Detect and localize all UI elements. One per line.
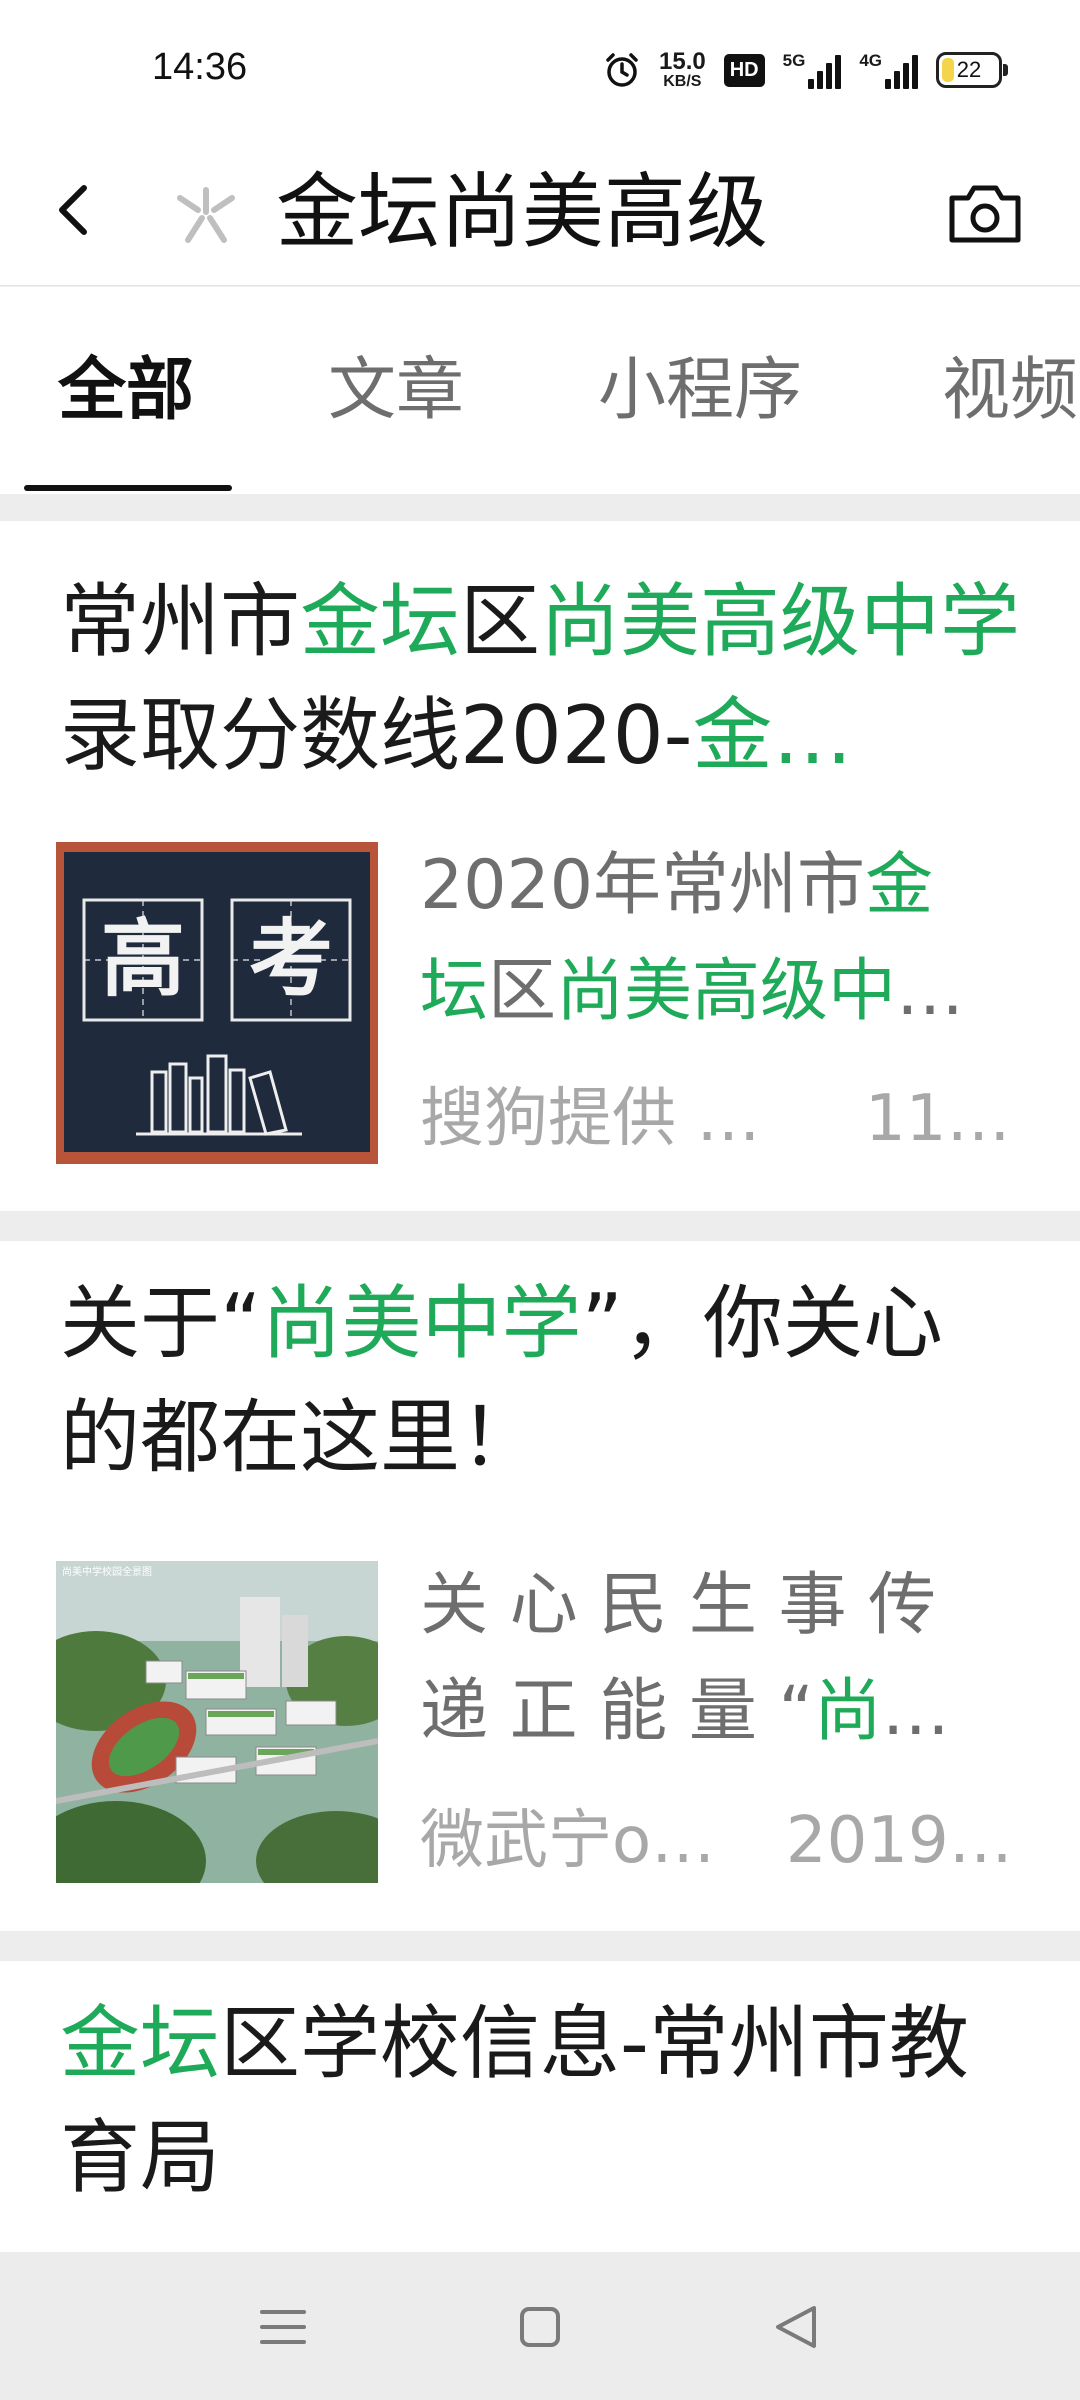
text-run: 2020年常州市 [420,846,866,925]
search-logo-icon [166,168,246,258]
battery-fill [942,58,954,82]
network-speed: 15.0 KB/S [659,48,706,90]
search-query[interactable]: 金坛尚美高级 [276,140,768,286]
result-snippet-line: 关 心 民 生 事 传 [420,1553,1040,1659]
text-run: 区 [460,575,540,668]
result-source: 微武宁o… [420,1804,716,1878]
result-title[interactable]: 金坛区学校信息-常州市教育局 [60,1987,1020,2215]
highlighted-text: 尚美中学 [261,1277,582,1370]
highlighted-text: 金坛 [300,575,460,668]
search-header: 金坛尚美高级 [0,140,1080,286]
signal-4g-icon: 4G [859,51,918,89]
menu-button[interactable] [248,2292,318,2362]
thumb-char-1: 高 [101,910,185,1008]
result-snippet-line: 递 正 能 量 “尚… [420,1659,1040,1765]
highlighted-text: 尚 [813,1672,882,1751]
home-button[interactable] [505,2292,575,2362]
back-triangle-icon [776,2306,816,2348]
camera-icon [949,185,1021,243]
camera-button[interactable] [940,168,1030,258]
result-date: 11… [865,1082,1011,1156]
result-card[interactable]: 常州市金坛区尚美高级中学录取分数线2020-金… 高 考 2020年常州市金 坛… [0,521,1080,1211]
text-run: 递 正 能 量 “ [420,1672,814,1751]
chevron-left-icon [59,185,87,235]
home-square-icon [520,2307,560,2347]
text-run: 区 [488,952,557,1031]
tab-mini-programs[interactable]: 小程序 [598,287,802,494]
signal-5g-icon: 5G [783,51,842,89]
status-time: 14:36 [152,46,248,88]
result-thumbnail: 高 考 [56,842,378,1164]
status-bar: 14:36 15.0 KB/S HD 5G 4G 22 [0,0,1080,140]
hd-badge: HD [723,53,765,87]
result-card[interactable]: 关于“尚美中学”，你关心的都在这里！ 尚美中学校园全景图 关 心 民 生 事 传… [0,1241,1080,1931]
result-meta: 微武宁o… 2019… [420,1789,1040,1881]
result-snippet-line: 坛区尚美高级中… [420,939,1040,1045]
text-run: 常州市 [60,575,300,668]
result-meta: 搜狗提供 … 11… [420,1067,1040,1159]
result-snippet-line: 2020年常州市金 [420,833,1040,939]
highlighted-text: 坛 [420,952,489,1031]
highlighted-text: 尚美高级中 [556,952,897,1031]
highlighted-text: 尚美高级中学 [540,575,1020,668]
back-button[interactable] [40,170,110,250]
text-run: … [881,1672,950,1751]
text-run: 录取分数线2020- [60,689,693,782]
tab-active-indicator [24,485,232,491]
battery-level: 22 [956,57,982,82]
alarm-icon [603,51,641,89]
system-nav-bar [0,2252,1080,2400]
nav-back-button[interactable] [762,2292,832,2362]
result-card[interactable]: 金坛区学校信息-常州市教育局 [0,1961,1080,2252]
result-tabs: 全部 文章 小程序 视频 [0,287,1080,494]
text-run: 关 心 民 生 事 传 [420,1566,937,1645]
status-icons: 15.0 KB/S HD 5G 4G 22 [603,46,1008,94]
tab-videos[interactable]: 视频 [942,287,1078,494]
highlighted-text: 金 [865,846,934,925]
battery-icon: 22 [936,52,1008,88]
thumb-char-2: 考 [249,910,333,1008]
text-run: 关于“ [60,1277,262,1370]
tab-articles[interactable]: 文章 [328,287,464,494]
result-thumbnail: 尚美中学校园全景图 [56,1561,378,1883]
highlighted-text: 金… [692,689,853,782]
menu-icon [260,2310,306,2344]
result-title[interactable]: 关于“尚美中学”，你关心的都在这里！ [60,1267,1020,1495]
text-run: … [896,952,965,1031]
highlighted-text: 金坛 [60,1997,220,2090]
result-source: 搜狗提供 … [420,1082,761,1156]
thumb-caption: 尚美中学校园全景图 [62,1565,152,1578]
result-title[interactable]: 常州市金坛区尚美高级中学录取分数线2020-金… [60,565,1020,793]
tab-all[interactable]: 全部 [58,287,194,494]
result-date: 2019… [785,1804,1013,1878]
